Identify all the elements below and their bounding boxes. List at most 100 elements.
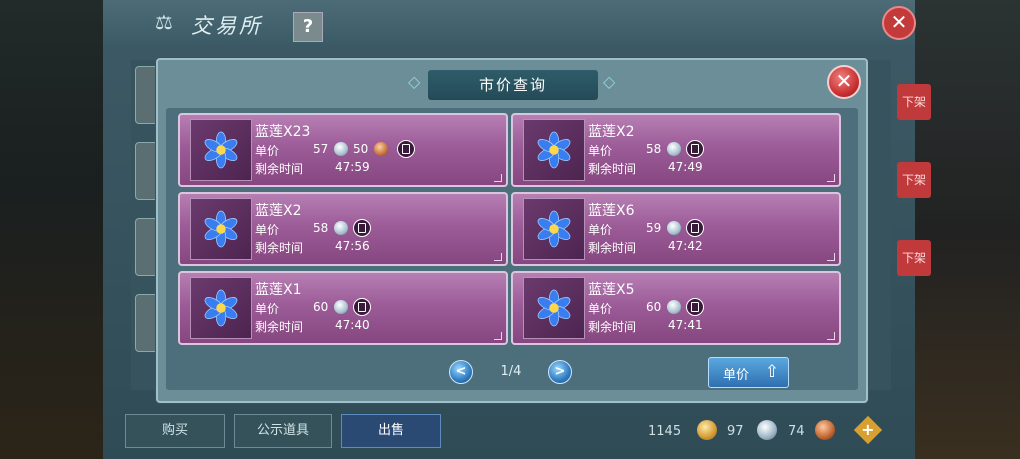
unit-price-label: 单价 — [588, 223, 613, 237]
off-shelf-button[interactable]: 下架 — [897, 240, 931, 276]
corner-mark-icon — [494, 174, 502, 182]
unit-price-label: 单价 — [255, 302, 280, 316]
gold-amount: 1145 — [648, 424, 682, 439]
silver-coin-icon — [757, 420, 777, 440]
arrow-up-icon: ⇧ — [764, 362, 780, 382]
item-name: 蓝莲X2 — [588, 124, 635, 140]
tab-buy[interactable]: 购买 — [125, 414, 225, 448]
copper-coin-icon — [815, 420, 835, 440]
unit-price-value: 57 — [313, 142, 329, 156]
silver-coin-icon — [667, 300, 681, 314]
silver-amount: 97 — [727, 424, 744, 439]
tab-public-items[interactable]: 公示道具 — [234, 414, 332, 448]
blue-lotus-icon — [537, 289, 571, 327]
time-remaining-value: 47:40 — [335, 318, 370, 332]
modal-title-bar: 市价查询 — [428, 70, 598, 100]
unit-price-label: 单价 — [588, 144, 613, 158]
unit-price-label: 单价 — [255, 223, 280, 237]
scale-icon: ⚖ — [155, 10, 173, 34]
plus-icon: + — [861, 420, 875, 439]
copy-icon[interactable] — [686, 298, 704, 316]
blue-lotus-icon — [537, 210, 571, 248]
time-remaining-value: 47:41 — [668, 318, 703, 332]
listing-card[interactable]: 蓝莲X23 单价剩余时间 57 50 47:59 — [178, 113, 508, 187]
blue-lotus-item-slot — [523, 198, 585, 260]
unit-price-label: 单价 — [588, 302, 613, 316]
time-remaining-value: 47:49 — [668, 160, 703, 174]
time-remaining-label: 剩余时间 — [588, 241, 637, 255]
copy-icon[interactable] — [686, 140, 704, 158]
blue-lotus-item-slot — [523, 119, 585, 181]
corner-mark-icon — [827, 332, 835, 340]
background-left — [0, 0, 105, 459]
off-shelf-button[interactable]: 下架 — [897, 162, 931, 198]
silver-coin-icon — [667, 221, 681, 235]
sort-label: 单价 — [723, 368, 750, 383]
blue-lotus-item-slot — [523, 277, 585, 339]
time-remaining-value: 47:59 — [335, 160, 370, 174]
unit-price-value: 60 — [313, 300, 329, 314]
copper-amount: 74 — [788, 424, 805, 439]
silver-coin-icon — [334, 221, 348, 235]
silver-coin-icon — [334, 142, 348, 156]
silver-coin-icon — [667, 142, 681, 156]
listing-card[interactable]: 蓝莲X5 单价剩余时间 60 47:41 — [511, 271, 841, 345]
time-remaining-value: 47:42 — [668, 239, 703, 253]
blue-lotus-item-slot — [190, 119, 252, 181]
exchange-title: 交易所 — [191, 14, 263, 38]
corner-mark-icon — [494, 253, 502, 261]
background-right — [915, 0, 1020, 459]
unit-price-value: 58 — [646, 142, 662, 156]
page-indicator: 1/4 — [500, 364, 522, 379]
copy-icon[interactable] — [353, 219, 371, 237]
listing-card[interactable]: 蓝莲X6 单价剩余时间 59 47:42 — [511, 192, 841, 266]
time-remaining-label: 剩余时间 — [255, 162, 304, 176]
corner-mark-icon — [827, 174, 835, 182]
modal-close-button[interactable]: ✕ — [827, 65, 861, 99]
listing-card[interactable]: 蓝莲X2 单价剩余时间 58 47:56 — [178, 192, 508, 266]
time-remaining-label: 剩余时间 — [255, 320, 304, 334]
ornament-right-icon: ◇ — [603, 72, 616, 91]
add-currency-button[interactable]: + — [853, 415, 883, 445]
item-name: 蓝莲X23 — [255, 124, 311, 140]
blue-lotus-icon — [537, 131, 571, 169]
listing-card[interactable]: 蓝莲X2 单价剩余时间 58 47:49 — [511, 113, 841, 187]
time-remaining-value: 47:56 — [335, 239, 370, 253]
copy-icon[interactable] — [353, 298, 371, 316]
sort-by-price-button[interactable]: 单价 ⇧ — [708, 357, 789, 388]
blue-lotus-icon — [204, 289, 238, 327]
blue-lotus-item-slot — [190, 277, 252, 339]
prev-page-button[interactable]: < — [449, 360, 473, 384]
tab-sell[interactable]: 出售 — [341, 414, 441, 448]
item-name: 蓝莲X6 — [588, 203, 635, 219]
item-name: 蓝莲X1 — [255, 282, 302, 298]
copy-icon[interactable] — [686, 219, 704, 237]
blue-lotus-icon — [204, 210, 238, 248]
ornament-left-icon: ◇ — [408, 72, 421, 91]
blue-lotus-icon — [204, 131, 238, 169]
listing-card[interactable]: 蓝莲X1 单价剩余时间 60 47:40 — [178, 271, 508, 345]
off-shelf-button[interactable]: 下架 — [897, 84, 931, 120]
time-remaining-label: 剩余时间 — [588, 162, 637, 176]
unit-price-value: 59 — [646, 221, 662, 235]
next-page-button[interactable]: > — [548, 360, 572, 384]
item-name: 蓝莲X2 — [255, 203, 302, 219]
time-remaining-label: 剩余时间 — [588, 320, 637, 334]
unit-price-secondary: 50 — [353, 142, 369, 156]
time-remaining-label: 剩余时间 — [255, 241, 304, 255]
exchange-close-button[interactable]: ✕ — [882, 6, 916, 40]
modal-title: 市价查询 — [478, 76, 547, 94]
corner-mark-icon — [827, 253, 835, 261]
item-name: 蓝莲X5 — [588, 282, 635, 298]
exchange-header: ⚖ 交易所 ? ✕ — [103, 0, 916, 46]
corner-mark-icon — [494, 332, 502, 340]
silver-coin-icon — [334, 300, 348, 314]
gold-coin-icon — [697, 420, 717, 440]
copy-icon[interactable] — [397, 140, 415, 158]
help-button[interactable]: ? — [293, 12, 323, 42]
copper-coin-icon — [374, 142, 388, 156]
unit-price-value: 60 — [646, 300, 662, 314]
blue-lotus-item-slot — [190, 198, 252, 260]
unit-price-value: 58 — [313, 221, 329, 235]
unit-price-label: 单价 — [255, 144, 280, 158]
